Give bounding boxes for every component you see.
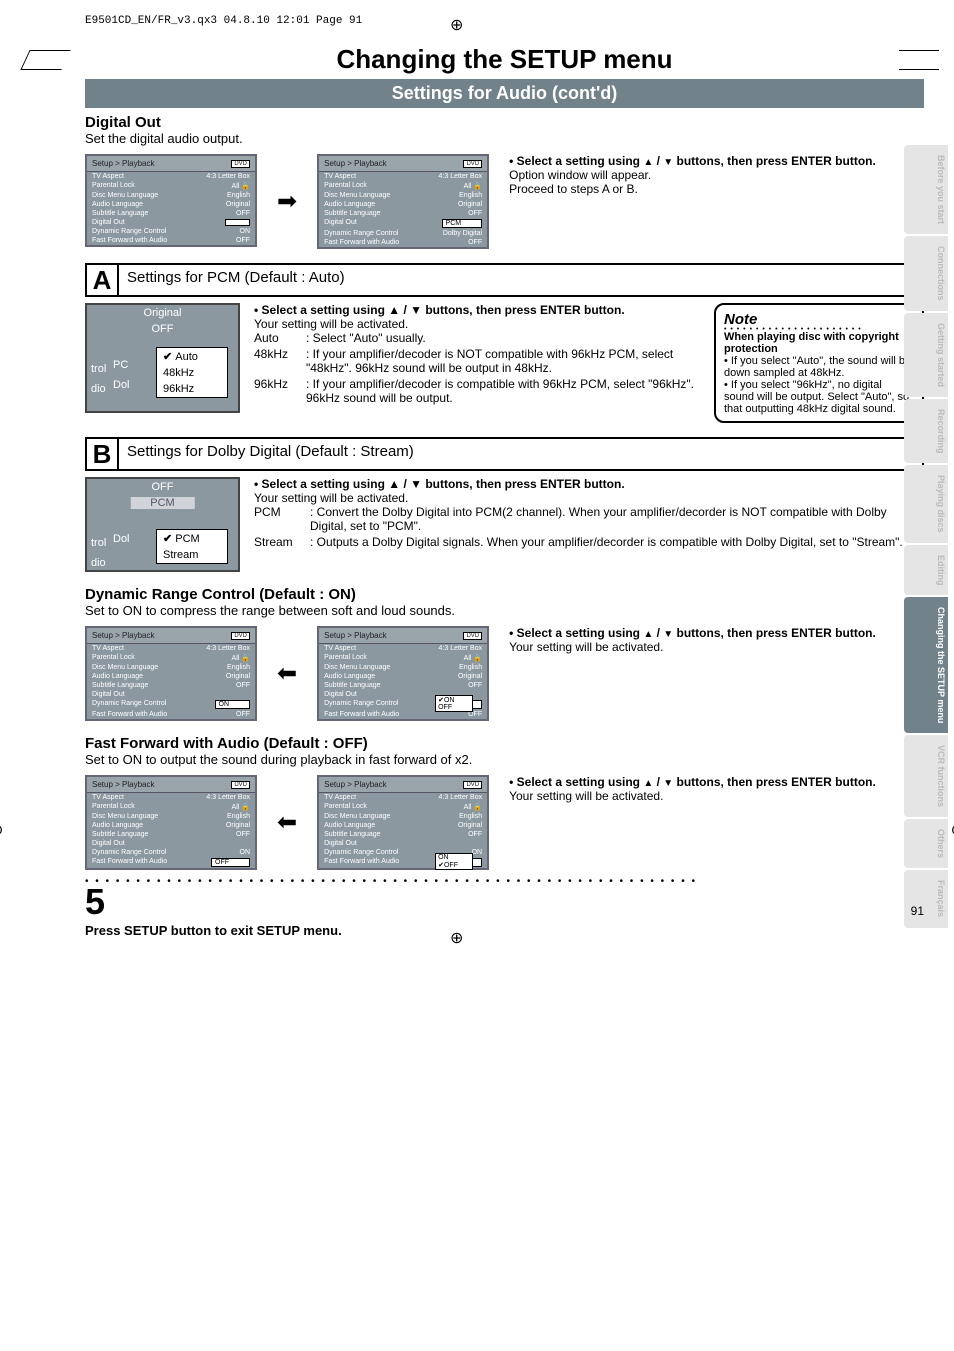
section-a-title: Settings for PCM (Default : Auto) (119, 263, 924, 297)
mini-dropdown[interactable]: ONOFF (435, 853, 473, 870)
side-tab[interactable]: Others (904, 819, 948, 868)
pcm-option-popup: Original OFF trol dio PC Dol Auto48kHz96… (85, 303, 240, 413)
page-number: 91 (911, 904, 924, 918)
header-trace: E9501CD_EN/FR_v3.qx3 04.8.10 12:01 Page … (85, 15, 362, 27)
dolby-dropdown[interactable]: PCMStream (156, 529, 228, 564)
digital-out-sub: Set the digital audio output. (85, 131, 924, 146)
drc-instruction: • Select a setting using / buttons, then… (509, 626, 924, 654)
note-box: Note • • • • • • • • • • • • • • • • • •… (714, 303, 924, 423)
side-tab[interactable]: Français (904, 870, 948, 927)
side-tab[interactable]: Recording (904, 399, 948, 464)
side-tab[interactable]: Playing discs (904, 465, 948, 543)
side-tab[interactable]: Before you start (904, 145, 948, 234)
arrow-left-icon: ➡ (277, 808, 297, 837)
crop-mark-icon: ⊕ (0, 820, 3, 840)
arrow-left-icon: ➡ (277, 659, 297, 688)
mini-dropdown[interactable]: ONOFF (435, 695, 473, 712)
side-tab[interactable]: Changing the SETUP menu (904, 597, 948, 733)
step-5-text: Press SETUP button to exit SETUP menu. (85, 923, 924, 938)
section-b-sub: Your setting will be activated. (254, 491, 924, 505)
section-a-badge: A (85, 263, 119, 297)
side-tab[interactable]: VCR functions (904, 735, 948, 817)
ffwd-sub: Set to ON to output the sound during pla… (85, 752, 924, 767)
crop-mark-icon: ⊕ (450, 15, 463, 35)
ffwd-heading: Fast Forward with Audio (Default : OFF) (85, 735, 924, 752)
setup-panel-before: Setup > PlaybackDVDTV Aspect4:3 Letter B… (85, 154, 257, 247)
drc-sub: Set to ON to compress the range between … (85, 603, 924, 618)
drc-heading: Dynamic Range Control (Default : ON) (85, 586, 924, 603)
step-number: 5 (85, 881, 924, 923)
section-a-lead: • Select a setting using ▲ / ▼ buttons, … (254, 303, 625, 317)
digital-out-heading: Digital Out (85, 114, 924, 131)
side-tab[interactable]: Connections (904, 236, 948, 311)
side-tab[interactable]: Getting started (904, 313, 948, 397)
page-subtitle: Settings for Audio (cont'd) (85, 79, 924, 108)
setup-panel-drc-dest: Setup > PlaybackDVDTV Aspect4:3 Letter B… (85, 626, 257, 721)
section-tabs: Before you startConnectionsGetting start… (904, 145, 948, 928)
setup-panel-after: Setup > PlaybackDVDTV Aspect4:3 Letter B… (317, 154, 489, 249)
section-b-badge: B (85, 437, 119, 471)
side-tab[interactable]: Editing (904, 545, 948, 596)
setup-panel-drc-src: Setup > PlaybackDVDTV Aspect4:3 Letter B… (317, 626, 489, 721)
dolby-option-popup: OFF PCM trol dio Dol PCMStream (85, 477, 240, 572)
page-title: Changing the SETUP menu (85, 40, 924, 79)
digital-out-instruction: • Select a setting using / buttons, then… (509, 154, 924, 196)
section-b-title: Settings for Dolby Digital (Default : St… (119, 437, 924, 471)
pcm-dropdown[interactable]: Auto48kHz96kHz (156, 347, 228, 398)
crop-mark-icon: ⊕ (951, 820, 954, 840)
ffwd-instruction: • Select a setting using / buttons, then… (509, 775, 924, 803)
section-b-lead: • Select a setting using ▲ / ▼ buttons, … (254, 477, 625, 491)
setup-panel-ffwd-dest: Setup > PlaybackDVDTV Aspect4:3 Letter B… (85, 775, 257, 870)
section-a-sub: Your setting will be activated. (254, 317, 700, 331)
setup-panel-ffwd-src: Setup > PlaybackDVDTV Aspect4:3 Letter B… (317, 775, 489, 870)
arrow-right-icon: ➡ (277, 187, 297, 216)
crop-mark-icon: ⊕ (450, 928, 463, 948)
